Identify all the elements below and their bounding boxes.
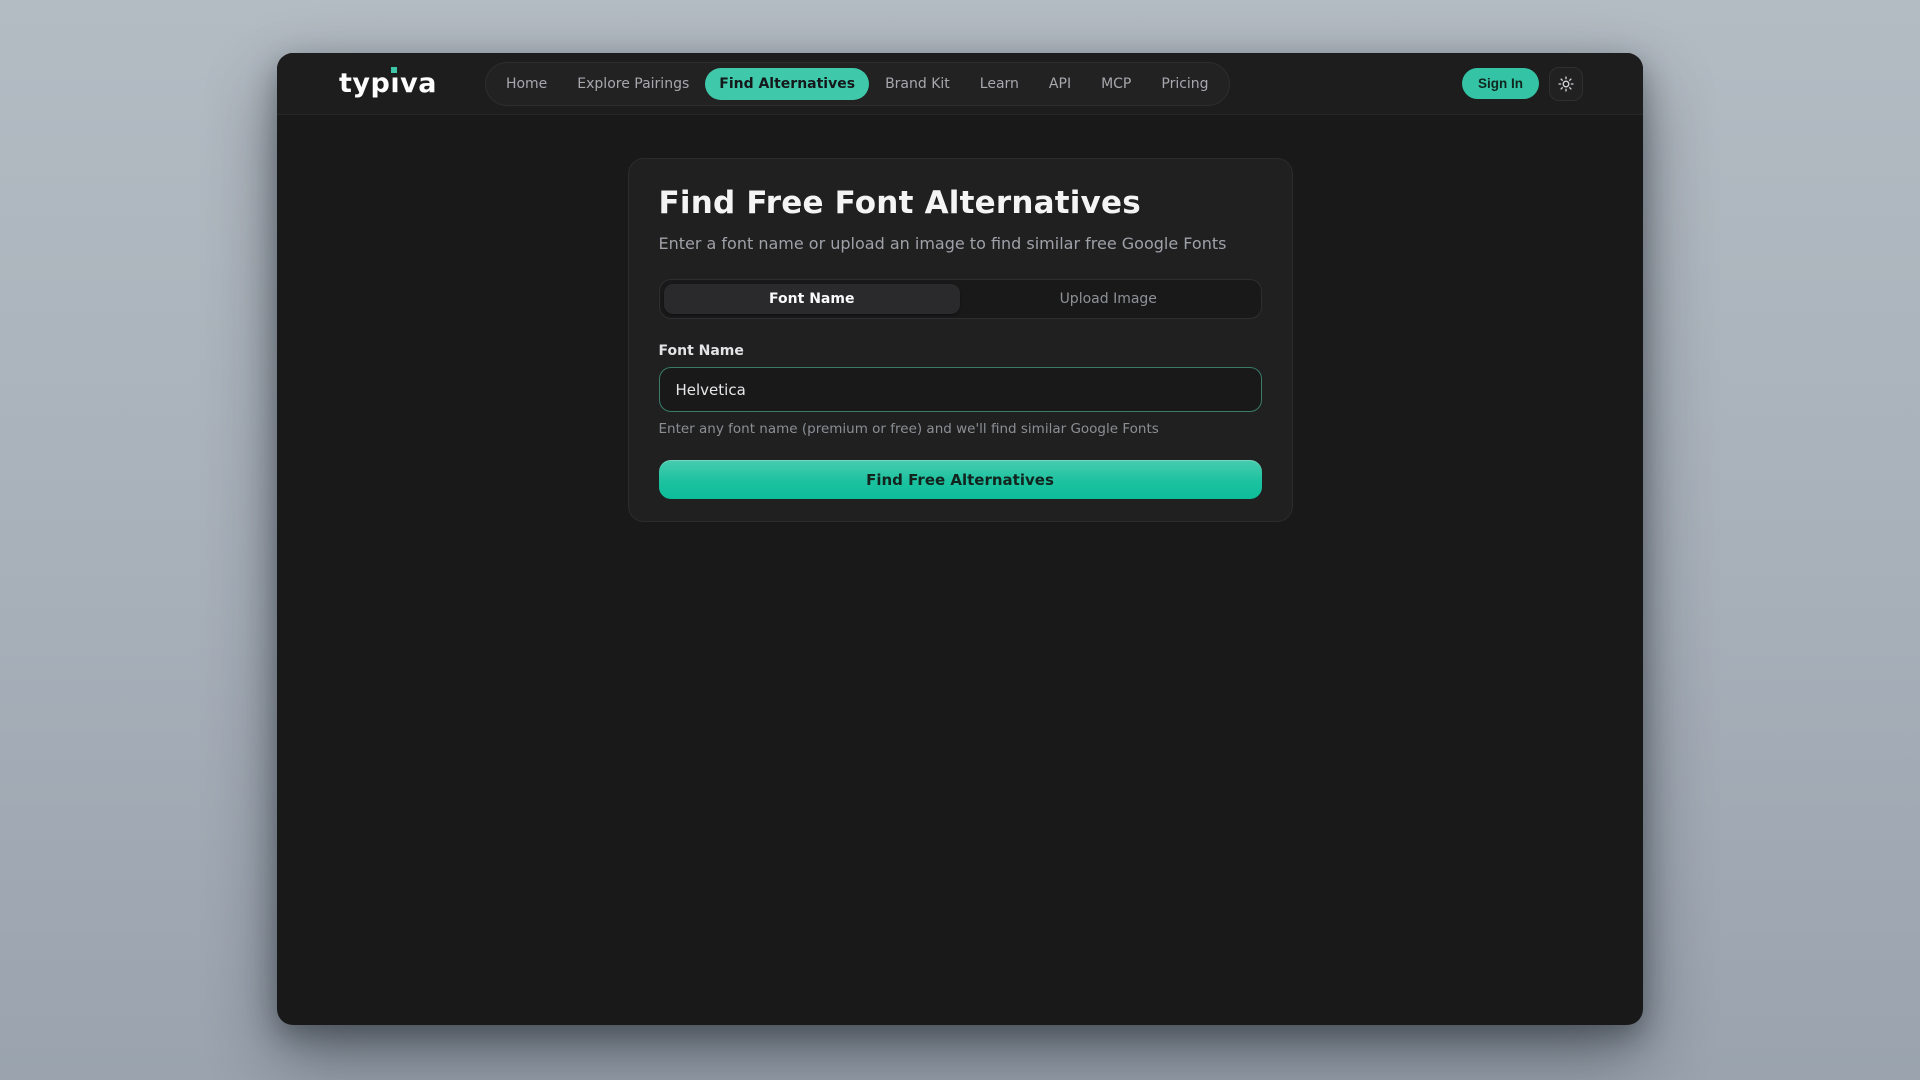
find-alternatives-card: Find Free Font Alternatives Enter a font… (628, 158, 1293, 522)
input-mode-tabs: Font Name Upload Image (659, 279, 1262, 319)
sign-in-button[interactable]: Sign In (1462, 68, 1539, 99)
tab-upload-image[interactable]: Upload Image (960, 284, 1257, 314)
nav-item-find-alternatives[interactable]: Find Alternatives (705, 68, 869, 100)
brand-logo[interactable]: typıva (339, 68, 437, 99)
nav-item-learn[interactable]: Learn (966, 68, 1033, 100)
primary-nav: Home Explore Pairings Find Alternatives … (485, 62, 1230, 106)
main-content: Find Free Font Alternatives Enter a font… (277, 115, 1643, 522)
nav-item-home[interactable]: Home (492, 68, 561, 100)
sun-icon (1558, 76, 1574, 92)
logo-text-post: va (400, 68, 437, 99)
input-helper-text: Enter any font name (premium or free) an… (659, 421, 1262, 437)
app-window: typıva Home Explore Pairings Find Altern… (277, 53, 1643, 1025)
navbar: typıva Home Explore Pairings Find Altern… (277, 53, 1643, 115)
nav-item-api[interactable]: API (1035, 68, 1085, 100)
nav-item-brand-kit[interactable]: Brand Kit (871, 68, 964, 100)
find-free-alternatives-button[interactable]: Find Free Alternatives (659, 460, 1262, 499)
nav-item-explore-pairings[interactable]: Explore Pairings (563, 68, 703, 100)
page-title: Find Free Font Alternatives (659, 185, 1262, 221)
tab-font-name[interactable]: Font Name (664, 284, 961, 314)
logo-text-pre: typ (339, 68, 390, 99)
font-name-input[interactable] (659, 367, 1262, 412)
font-name-label: Font Name (659, 343, 1262, 359)
page-subtitle: Enter a font name or upload an image to … (659, 234, 1262, 253)
theme-toggle-button[interactable] (1549, 67, 1583, 101)
nav-item-pricing[interactable]: Pricing (1147, 68, 1222, 100)
logo-accent-dot: ı (390, 68, 400, 99)
nav-item-mcp[interactable]: MCP (1087, 68, 1145, 100)
